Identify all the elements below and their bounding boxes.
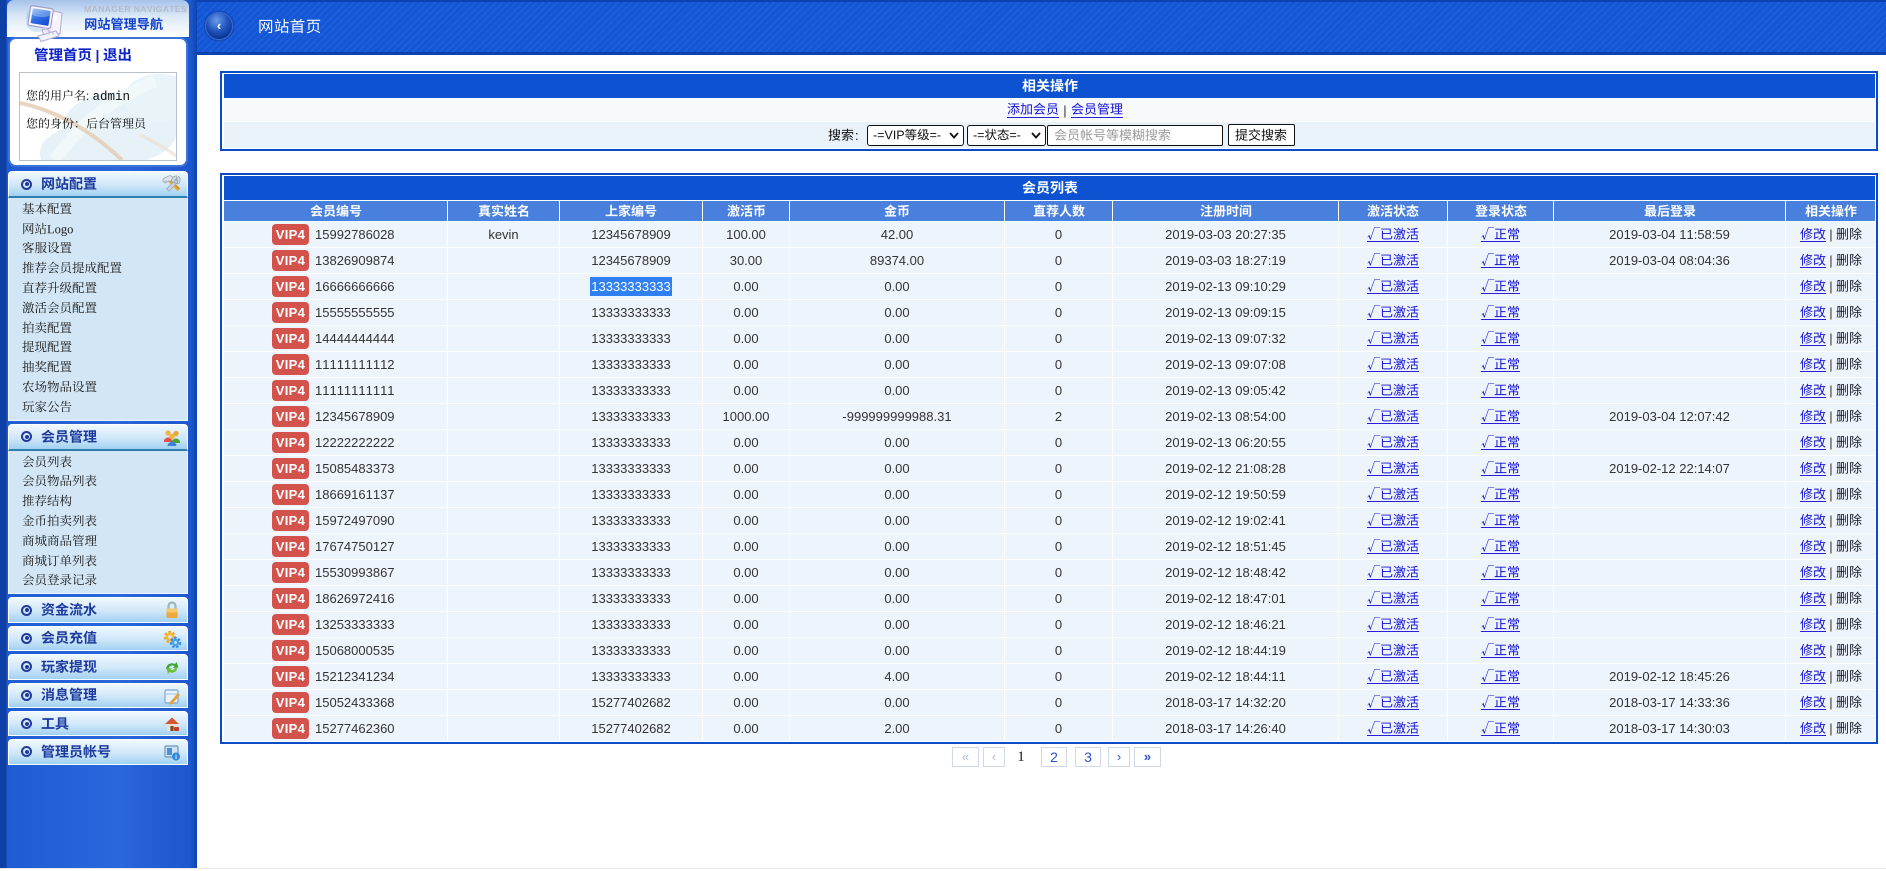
svg-text:i: i bbox=[175, 754, 177, 761]
